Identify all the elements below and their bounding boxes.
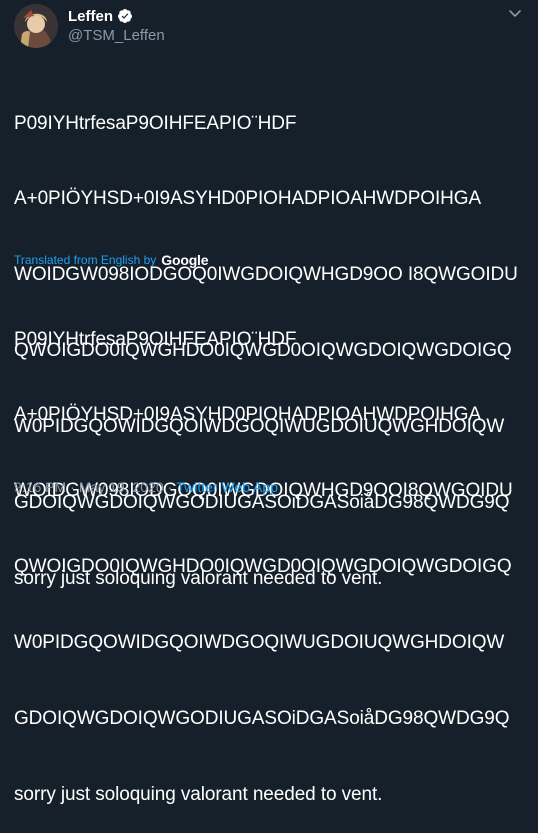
chevron-down-icon[interactable]	[508, 6, 522, 20]
meta-separator: ·	[167, 479, 173, 495]
tweet-meta: 9:16 PM · May 19, 2020 · Twitter Web App	[14, 479, 278, 495]
google-logo: Google	[161, 252, 209, 268]
translated-line: QWOIGDO0IQWGHDO0IQWGD0OIQWGDOIQWGDOIGQ	[14, 556, 512, 578]
author-handle[interactable]: @TSM_Leffen	[68, 27, 165, 44]
translated-line: W0PIDGQOWIDGQOIWDGOQIWUGDOIUQWGHDOIQW	[14, 632, 505, 654]
meta-separator: ·	[70, 479, 75, 495]
tweet-header: Leffen @TSM_Leffen	[14, 4, 528, 50]
author-names: Leffen @TSM_Leffen	[68, 6, 165, 45]
translated-line: P09IYHtrfesaP9OIHFEAPIO¨HDF	[14, 328, 297, 350]
display-name[interactable]: Leffen	[68, 8, 113, 25]
translated-line: A+0PIÖYHSD+0I9ASYHD0PIOHADPIOAHWDPOIHGA	[14, 404, 482, 426]
tweet-date[interactable]: May 19, 2020	[79, 479, 164, 495]
avatar[interactable]	[14, 4, 58, 48]
translated-label[interactable]: Translated from English by	[14, 253, 156, 267]
translated-line: GDOIQWGDOIQWGODIUGASOiDGASoiåDG98QWDG9Q	[14, 708, 510, 730]
translated-line: sorry just soloquing valorant needed to …	[14, 783, 383, 805]
display-name-row: Leffen	[68, 6, 165, 26]
tweet-time[interactable]: 9:16 PM	[14, 479, 66, 495]
tweet-translated-text: P09IYHtrfesaP9OIHFEAPIO¨HDF A+0PIÖYHSD+0…	[14, 276, 534, 833]
verified-badge-icon	[117, 8, 133, 24]
tweet-line: P09IYHtrfesaP9OIHFEAPIO¨HDF	[14, 112, 297, 134]
tweet-source[interactable]: Twitter Web App	[176, 479, 278, 495]
translation-attribution[interactable]: Translated from English by Google	[14, 252, 209, 268]
tweet-line: A+0PIÖYHSD+0I9ASYHD0PIOHADPIOAHWDPOIHGA	[14, 188, 482, 210]
